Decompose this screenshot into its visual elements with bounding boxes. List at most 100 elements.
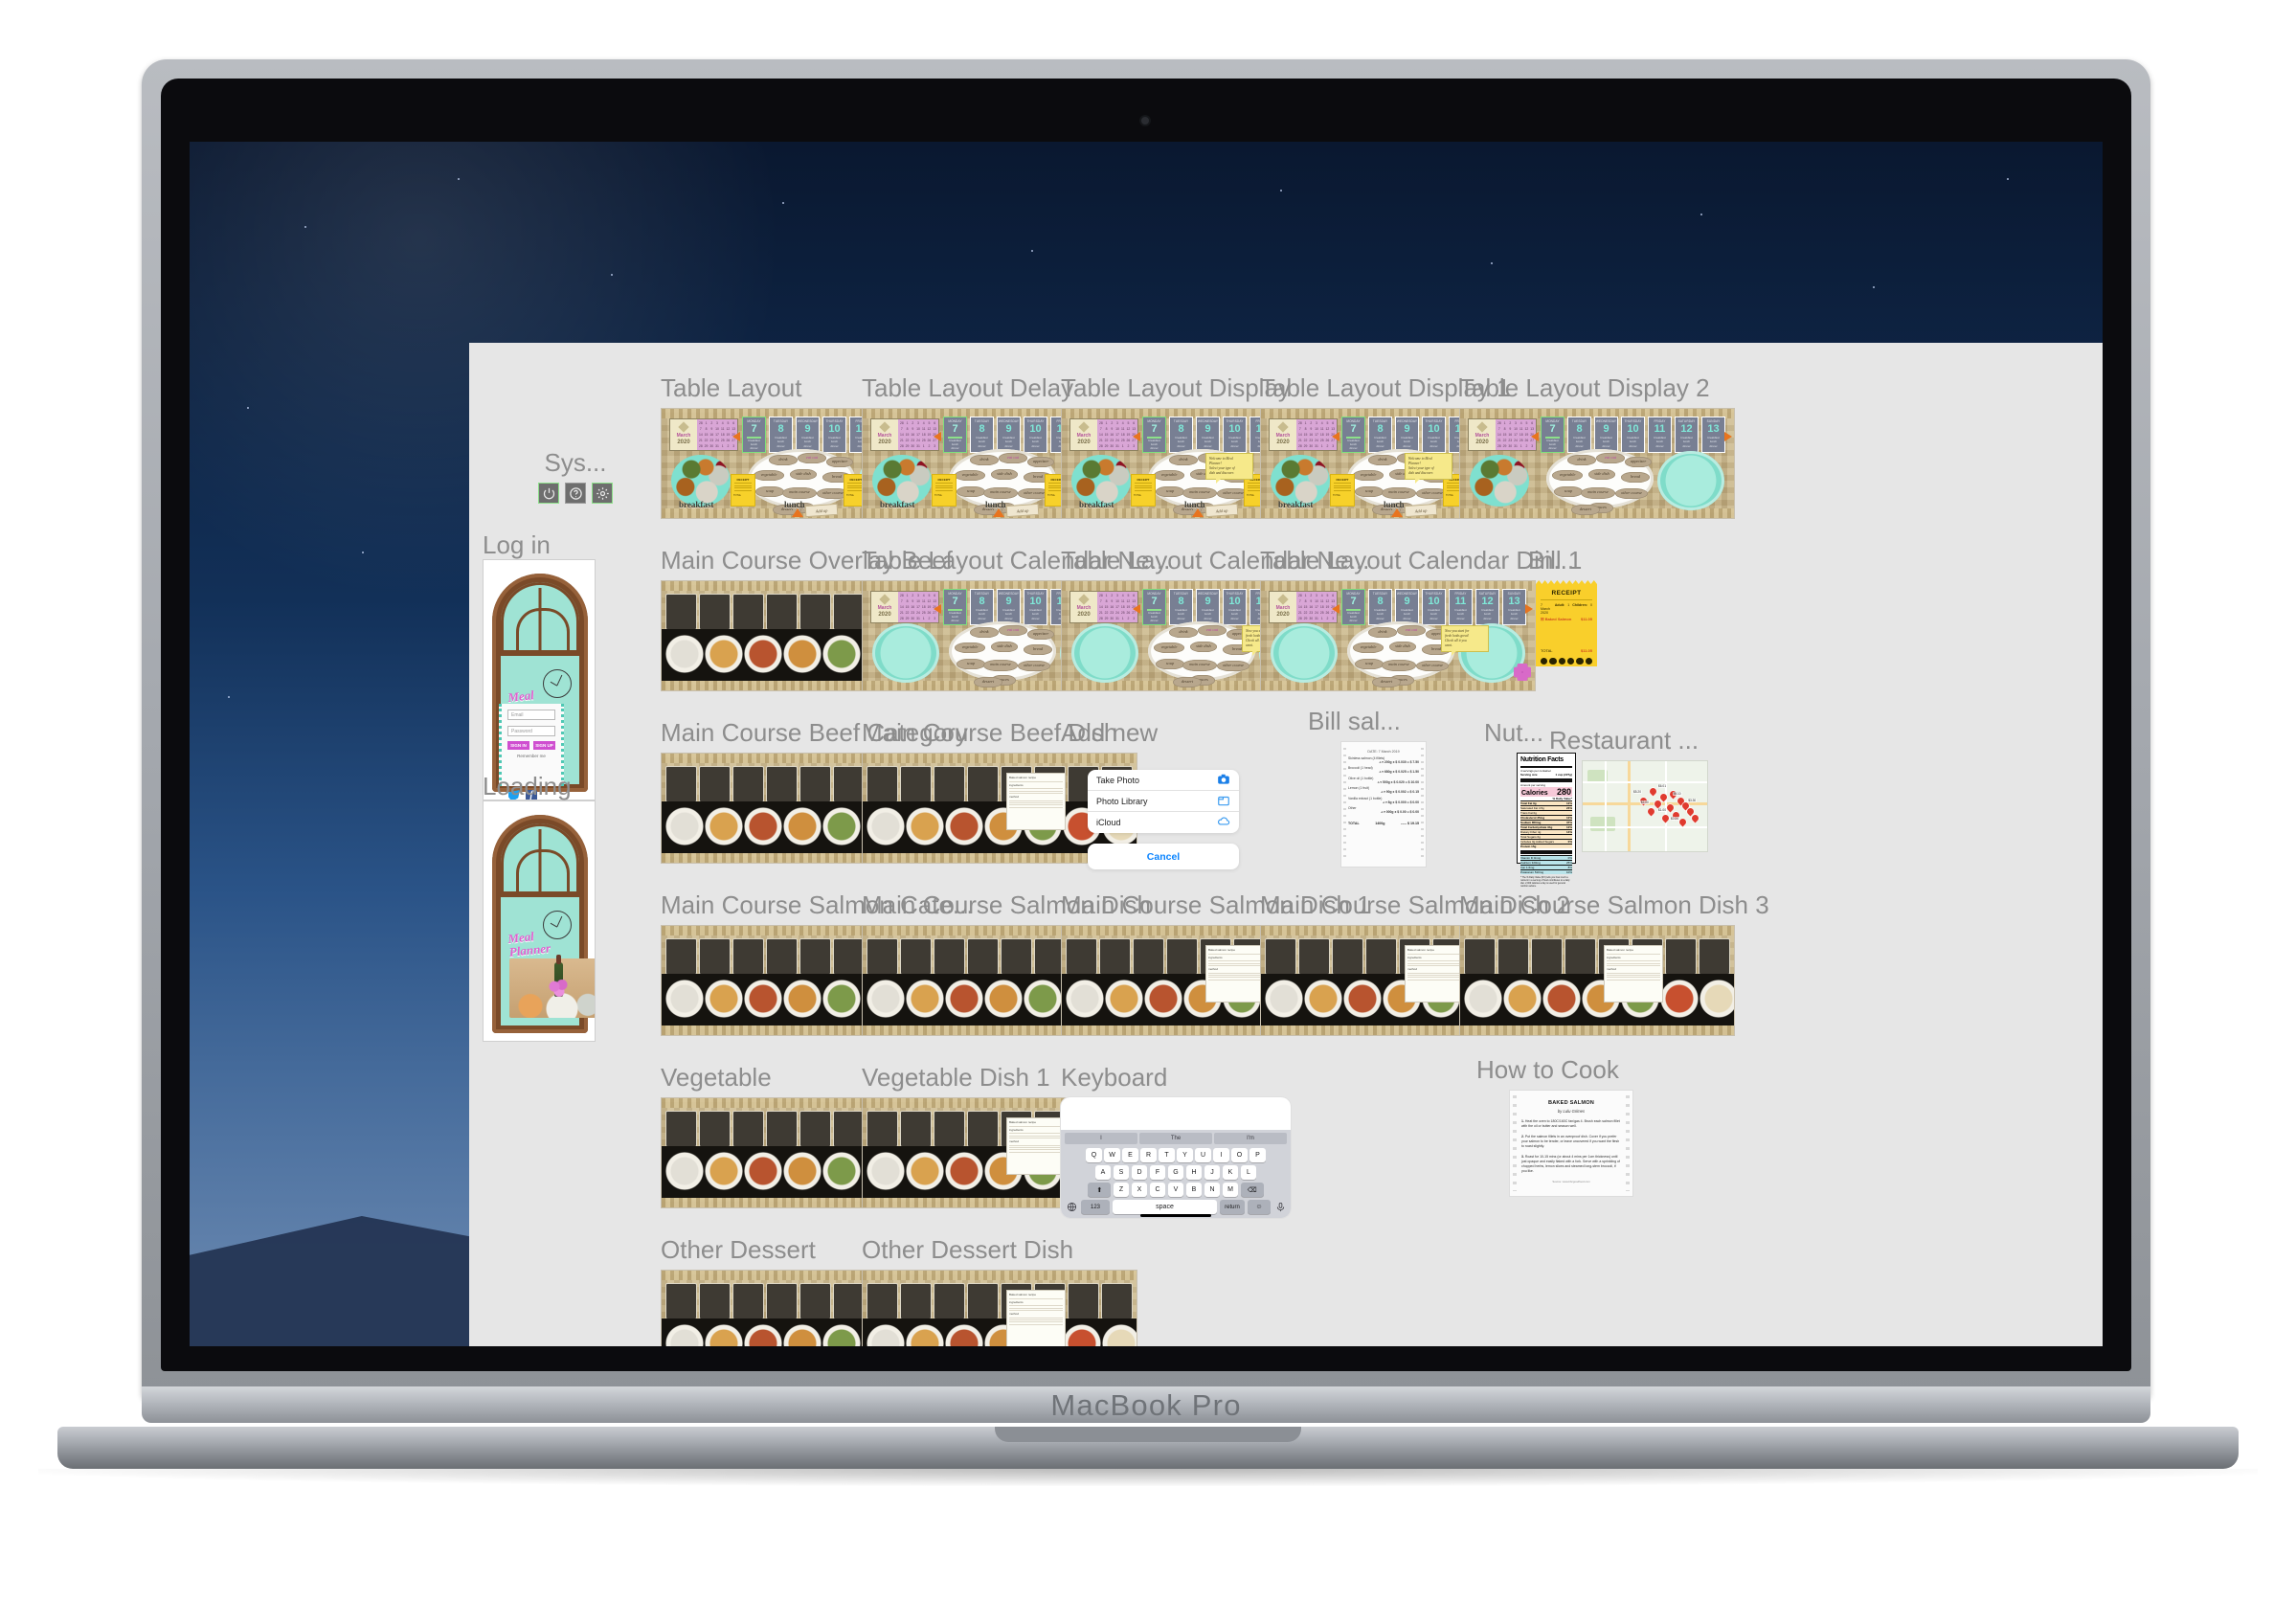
breakfast-receipt[interactable]: RECEIPT TOTAL: [1330, 474, 1355, 507]
dish-plate[interactable]: [744, 807, 782, 845]
key-T[interactable]: T: [1159, 1148, 1175, 1162]
dish-plate[interactable]: [1102, 1324, 1137, 1346]
category-side-dish[interactable]: side dish: [1389, 642, 1416, 652]
category-main-course[interactable]: main course: [1581, 487, 1615, 499]
day-card-monday[interactable]: MONDAY 7 breakfast lunch dinner: [742, 417, 766, 453]
prediction-I[interactable]: I: [1065, 1133, 1137, 1144]
calendar-day-cell[interactable]: 8: [706, 427, 708, 431]
dish-plate[interactable]: [867, 1324, 905, 1346]
day-card-thursday[interactable]: THURSDAY 10 breakfast lunch dinner: [1621, 417, 1645, 453]
calendar-day-cell[interactable]: 6: [732, 421, 734, 425]
calendar-day-cell[interactable]: 19: [727, 433, 731, 437]
calendar-day-cell[interactable]: 13: [1530, 427, 1534, 431]
calendar-day-cell[interactable]: 31: [1315, 617, 1318, 620]
category-card[interactable]: [799, 1283, 831, 1319]
category-card[interactable]: [900, 938, 932, 975]
calendar-day-cell[interactable]: 3: [1531, 444, 1533, 448]
calendar-day-cell[interactable]: 21: [699, 439, 703, 442]
scene-add-new[interactable]: Add new Take Photo Photo Library iCloud …: [1061, 718, 1291, 877]
category-card[interactable]: [699, 1283, 731, 1319]
calendar-day-cell[interactable]: 26: [1127, 611, 1131, 615]
category-card[interactable]: [766, 766, 798, 802]
calendar-day-cell[interactable]: 22: [1105, 439, 1109, 442]
calendar-day-cell[interactable]: 9: [1310, 599, 1312, 603]
calendar-day-cell[interactable]: 28: [699, 444, 703, 448]
day-card-thursday[interactable]: THURSDAY 10 breakfast lunch dinner: [1024, 589, 1047, 625]
calendar-day-cell[interactable]: 3: [934, 444, 935, 448]
calendar-day-cell[interactable]: 29: [1105, 444, 1109, 448]
add-up-tag[interactable]: Add up: [804, 503, 839, 518]
category-card[interactable]: [799, 594, 831, 630]
category-soup[interactable]: soup: [1554, 486, 1583, 497]
category-dessert[interactable]: dessert: [974, 677, 1002, 687]
calendar-day-cell[interactable]: 30: [1110, 617, 1114, 620]
key-D[interactable]: D: [1131, 1165, 1148, 1180]
scene-body[interactable]: RECEIPT 7 March 2020 Adult: 1 Children: 0 ☒…: [1536, 580, 1597, 666]
key-Y[interactable]: Y: [1177, 1148, 1193, 1162]
scene-loading[interactable]: Loading Meal Planner: [483, 772, 596, 1042]
calendar-day-cell[interactable]: 21: [900, 439, 904, 442]
calendar-day-cell[interactable]: 2: [1310, 594, 1312, 597]
day-card-wednesday[interactable]: WEDNESDAY 9 breakfast lunch dinner: [997, 417, 1021, 453]
calendar-day-cell[interactable]: 14: [699, 433, 703, 437]
calendar-day-cell[interactable]: 7: [1299, 599, 1301, 603]
ios-keyboard[interactable]: I The I'm QWERTYUIOP ASDFGHJKL ⬆ Z X C V B N M ⌫ …: [1061, 1130, 1291, 1218]
calendar-day-cell[interactable]: 13: [1331, 427, 1335, 431]
dish-plate[interactable]: [822, 980, 861, 1018]
calendar-day-cell[interactable]: 12: [727, 427, 731, 431]
calendar-day-cell[interactable]: 18: [1320, 605, 1324, 609]
calendar-day-cell[interactable]: 9: [710, 427, 712, 431]
calendar-day-cell[interactable]: 31: [916, 617, 920, 620]
calendar-day-cell[interactable]: 31: [1514, 444, 1518, 448]
day-card-tuesday[interactable]: TUESDAY 8 breakfast lunch dinner: [970, 589, 994, 625]
calendar-day-cell[interactable]: 29: [705, 444, 709, 448]
category-other-course[interactable]: other course: [1416, 661, 1449, 671]
calendar-day-cell[interactable]: 24: [916, 611, 920, 615]
month-calendar[interactable]: March 2020 28 1 2 3 4 5 6 7 8 9 10 11 12 13 14 15 16 17 18 1…: [1069, 591, 1138, 623]
bill-action-icon[interactable]: [1576, 658, 1584, 665]
calendar-day-cell[interactable]: 4: [1321, 594, 1323, 597]
calendar-day-cell[interactable]: 11: [922, 427, 926, 431]
scene-system[interactable]: Sys...: [504, 448, 647, 504]
calendar-day-cell[interactable]: 12: [1326, 599, 1330, 603]
calendar-day-cell[interactable]: 3: [917, 421, 919, 425]
add-up-tag[interactable]: Add up: [1204, 503, 1239, 518]
category-card[interactable]: [1298, 938, 1330, 975]
calendar-day-cell[interactable]: 28: [1099, 421, 1103, 425]
category-main-course[interactable]: main course: [782, 487, 817, 499]
dish-plate[interactable]: [822, 635, 861, 673]
dish-plate[interactable]: [1660, 980, 1699, 1018]
recipe-note-card[interactable]: Baked salmon recipe ingredients method: [1006, 1117, 1066, 1175]
calendar-day-cell[interactable]: 18: [922, 433, 926, 437]
day-card-tuesday[interactable]: TUESDAY 8 breakfast lunch dinner: [1169, 417, 1193, 453]
category-card[interactable]: [799, 1111, 831, 1147]
keyboard-screen[interactable]: I The I'm QWERTYUIOP ASDFGHJKL ⬆ Z X C V B N M ⌫ …: [1061, 1097, 1291, 1218]
calendar-day-cell[interactable]: 18: [1121, 433, 1125, 437]
key-A[interactable]: A: [1094, 1165, 1112, 1180]
calendar-day-cell[interactable]: 28: [1099, 444, 1103, 448]
cancel-button[interactable]: Cancel: [1088, 844, 1239, 869]
calendar-day-cell[interactable]: 23: [1508, 439, 1512, 442]
calendar-day-cell[interactable]: 3: [1515, 421, 1517, 425]
category-card[interactable]: [665, 938, 697, 975]
calendar-day-cell[interactable]: 26: [1326, 439, 1330, 442]
calendar-day-cell[interactable]: 19: [1127, 605, 1131, 609]
calendar-day-cell[interactable]: 12: [1127, 427, 1131, 431]
category-card[interactable]: [1066, 938, 1097, 975]
calendar-day-cell[interactable]: 4: [1321, 421, 1323, 425]
calendar-day-cell[interactable]: 14: [1497, 433, 1501, 437]
calendar-day-cell[interactable]: 4: [923, 594, 925, 597]
calendar-day-cell[interactable]: 25: [922, 611, 926, 615]
dish-plate[interactable]: [945, 980, 983, 1018]
category-card[interactable]: [900, 766, 932, 802]
calendar-day-cell[interactable]: 4: [1122, 594, 1124, 597]
dish-plate[interactable]: [945, 1152, 983, 1190]
calendar-day-cell[interactable]: 1: [1305, 594, 1307, 597]
add-up-arrow-icon[interactable]: [792, 508, 803, 517]
calendar-day-cell[interactable]: 28: [1298, 594, 1302, 597]
restaurant-pin[interactable]: [1690, 813, 1700, 823]
calendar-day-cell[interactable]: 8: [1305, 427, 1307, 431]
dish-plate[interactable]: [906, 980, 944, 1018]
day-card-friday[interactable]: FRIDAY 11 breakfastlunchdinner: [1449, 589, 1473, 625]
calendar-day-cell[interactable]: 8: [1106, 427, 1108, 431]
